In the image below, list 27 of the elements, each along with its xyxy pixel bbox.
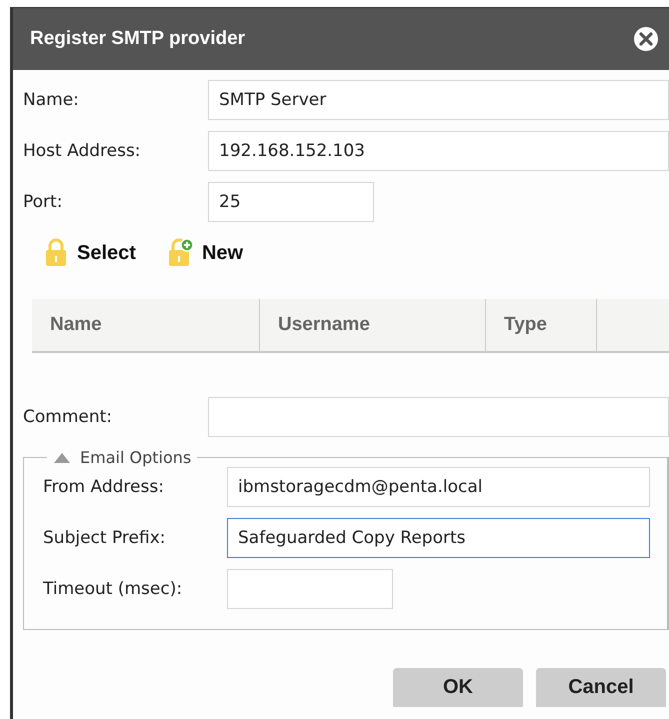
field-label: From Address: (43, 477, 165, 497)
field-label: Name: (23, 90, 80, 110)
toolbar-button[interactable]: New (166, 238, 244, 268)
input-field[interactable] (208, 397, 669, 437)
input-field[interactable] (227, 569, 393, 609)
toolbar-button[interactable]: Select (43, 238, 136, 268)
lock-icon (43, 238, 69, 268)
collapse-icon (53, 450, 71, 464)
field-label: Host Address: (23, 141, 142, 161)
input-field[interactable]: Safeguarded Copy Reports (227, 518, 650, 558)
field-label: Port: (23, 192, 64, 212)
section-toggle[interactable]: Email Options (53, 448, 192, 467)
input-field[interactable]: 192.168.152.103 (208, 131, 669, 171)
column-header[interactable]: Type (486, 299, 597, 351)
close-button[interactable] (633, 26, 659, 52)
field-label: Comment: (23, 407, 114, 427)
column-header[interactable]: Name (32, 299, 260, 351)
window-title: Register SMTP provider (30, 28, 246, 50)
cancel-button[interactable]: Cancel (536, 668, 666, 707)
field-label: Subject Prefix: (43, 528, 166, 548)
field-label: Timeout (msec): (43, 579, 184, 599)
ok-button[interactable]: OK (393, 668, 523, 707)
close-icon (633, 26, 659, 52)
column-header[interactable]: Username (260, 299, 486, 351)
input-field[interactable]: ibmstoragecdm@penta.local (227, 467, 650, 507)
input-field[interactable]: SMTP Server (208, 80, 669, 120)
input-field[interactable]: 25 (208, 182, 374, 222)
